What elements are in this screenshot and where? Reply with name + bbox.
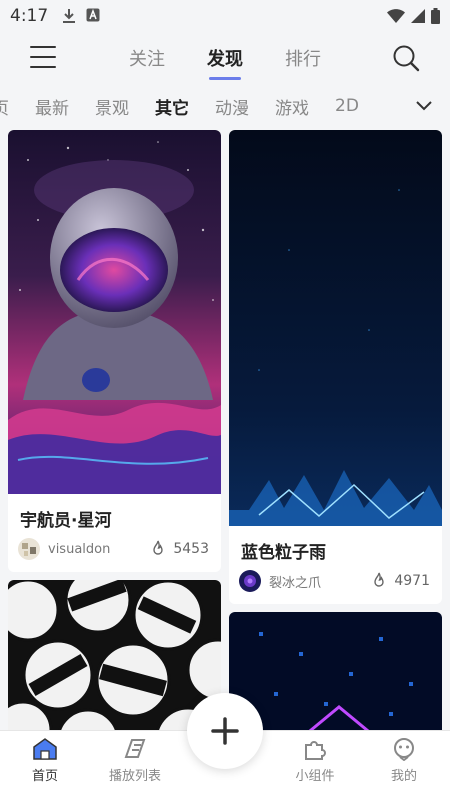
author-name[interactable]: visualdon: [48, 542, 110, 557]
avatar[interactable]: [18, 538, 40, 560]
category-bar: 页 最新 景观 其它 动漫 游戏 2D: [0, 86, 450, 126]
card-title: 宇航员·星河: [20, 511, 112, 531]
status-system-icons: [387, 8, 440, 24]
status-bar: 4:17: [0, 0, 450, 32]
flame-icon: [374, 572, 385, 587]
plus-icon: [211, 717, 239, 745]
like-count-value: 4971: [394, 573, 430, 589]
wallpaper-card[interactable]: 宇航员·星河 visualdon 5453: [8, 130, 221, 572]
top-nav: 关注 发现 排行: [0, 32, 450, 84]
status-time: 4:17: [10, 6, 49, 26]
nav-widgets-label: 小组件: [295, 769, 335, 784]
status-notifications: [62, 8, 100, 24]
nav-widgets[interactable]: 小组件: [280, 737, 350, 784]
wifi-icon: [387, 9, 405, 23]
wallpaper-thumbnail: [229, 130, 442, 526]
flame-icon: [153, 540, 164, 555]
category-item[interactable]: 页: [0, 94, 9, 119]
category-item[interactable]: 2D: [335, 96, 359, 116]
playlist-icon: [124, 739, 146, 758]
like-count-value: 5453: [173, 541, 209, 557]
nav-profile-label: 我的: [390, 769, 417, 784]
tab-discover[interactable]: 发现: [207, 45, 243, 80]
category-item[interactable]: 游戏: [275, 94, 309, 119]
category-item[interactable]: 景观: [95, 94, 129, 119]
card-title: 蓝色粒子雨: [241, 543, 326, 563]
nav-tabs: 关注 发现 排行: [0, 32, 450, 84]
nav-profile[interactable]: 我的: [369, 737, 439, 784]
card-meta: 裂冰之爪 4971: [239, 570, 430, 592]
nav-playlist-label: 播放列表: [108, 769, 161, 784]
category-expand[interactable]: [390, 86, 450, 126]
like-count[interactable]: 5453: [149, 540, 209, 558]
tab-ranking[interactable]: 排行: [285, 45, 321, 71]
chevron-down-icon: [416, 101, 432, 111]
add-button[interactable]: [187, 693, 263, 769]
category-item[interactable]: 动漫: [215, 94, 249, 119]
category-item[interactable]: 最新: [35, 94, 69, 119]
tab-follow[interactable]: 关注: [129, 45, 165, 71]
nav-home[interactable]: 首页: [10, 737, 80, 784]
category-item-active[interactable]: 其它: [155, 94, 189, 119]
download-icon: [63, 9, 76, 23]
puzzle-icon: [305, 741, 326, 760]
like-count[interactable]: 4971: [370, 572, 430, 590]
nav-home-label: 首页: [31, 769, 58, 784]
app-notification-icon: [86, 8, 100, 22]
app-screen: 4:17 关注 发现 排行 页 最新 景观 其它 动漫 游戏 2D 宇航员·星河…: [0, 0, 450, 791]
category-list: 页 最新 景观 其它 动漫 游戏 2D: [0, 86, 359, 126]
wallpaper-card[interactable]: 蓝色粒子雨 裂冰之爪 4971: [229, 130, 442, 604]
nav-playlist[interactable]: 播放列表: [100, 737, 170, 784]
search-icon[interactable]: [392, 44, 420, 72]
home-icon: [33, 738, 57, 760]
author-name[interactable]: 裂冰之爪: [269, 572, 321, 591]
signal-icon: [411, 9, 425, 23]
profile-icon: [394, 738, 414, 761]
card-meta: visualdon 5453: [18, 538, 209, 560]
battery-icon: [431, 8, 440, 24]
wallpaper-thumbnail: [8, 130, 221, 494]
avatar[interactable]: [239, 570, 261, 592]
